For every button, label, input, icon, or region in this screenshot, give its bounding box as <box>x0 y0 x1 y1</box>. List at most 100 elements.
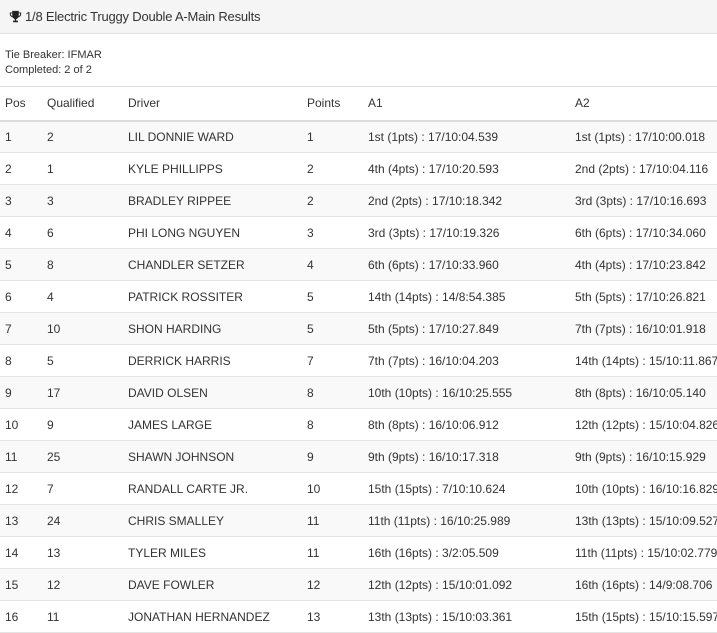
cell-pos: 2 <box>5 161 12 176</box>
cell-a2: 12th (12pts) : 15/10:04.826 <box>575 417 717 432</box>
cell-a1: 14th (14pts) : 14/8:54.385 <box>368 289 506 304</box>
cell-pos: 8 <box>5 353 12 368</box>
cell-a2: 10th (10pts) : 16/10:16.829 <box>575 481 717 496</box>
cell-a2: 13th (13pts) : 15/10:09.527 <box>575 513 717 528</box>
cell-a1: 13th (13pts) : 15/10:03.361 <box>368 609 513 624</box>
column-header-driver[interactable]: Driver <box>128 86 307 122</box>
cell-pos: 4 <box>5 225 12 240</box>
cell-a1: 16th (16pts) : 3/2:05.509 <box>368 545 499 560</box>
cell-driver: PATRICK ROSSITER <box>128 289 243 304</box>
cell-driver: KYLE PHILLIPPS <box>128 161 223 176</box>
cell-a2: 2nd (2pts) : 17/10:04.116 <box>575 161 709 176</box>
table-header-row: Pos Qualified Driver Points A1 A2 <box>0 86 717 122</box>
cell-points: 9 <box>307 449 314 464</box>
cell-driver: SHAWN JOHNSON <box>128 449 235 464</box>
cell-a1: 3rd (3pts) : 17/10:19.326 <box>368 225 500 240</box>
cell-a2: 3rd (3pts) : 17/10:16.693 <box>575 193 707 208</box>
cell-a1: 12th (12pts) : 15/10:01.092 <box>368 577 513 592</box>
cell-qualified: 3 <box>47 193 54 208</box>
cell-pos: 9 <box>5 385 12 400</box>
cell-points: 5 <box>307 321 314 336</box>
table-row: 15 12 DAVE FOWLER 12 12th (12pts) : 15/10:01… <box>0 568 717 601</box>
cell-a2: 8th (8pts) : 16/10:05.140 <box>575 385 706 400</box>
table-row: 4 6 PHI LONG NGUYEN 3 3rd (3pts) : 17/10:19.… <box>0 216 717 249</box>
cell-a2: 5th (5pts) : 17/10:26.821 <box>575 289 706 304</box>
cell-a2: 9th (9pts) : 16/10:15.929 <box>575 449 706 464</box>
cell-a2: 16th (16pts) : 14/9:08.706 <box>575 577 713 592</box>
cell-qualified: 7 <box>47 481 54 496</box>
cell-qualified: 6 <box>47 225 54 240</box>
cell-pos: 11 <box>5 449 18 464</box>
cell-pos: 1 <box>5 129 12 144</box>
column-header-points[interactable]: Points <box>307 86 368 122</box>
cell-a1: 5th (5pts) : 17/10:27.849 <box>368 321 499 336</box>
cell-points: 8 <box>307 385 314 400</box>
cell-a1: 8th (8pts) : 16/10:06.912 <box>368 417 499 432</box>
cell-a2: 11th (11pts) : 15/10:02.779 <box>575 545 717 560</box>
cell-points: 10 <box>307 481 321 496</box>
cell-qualified: 12 <box>47 577 61 592</box>
cell-pos: 3 <box>5 193 12 208</box>
cell-qualified: 2 <box>47 129 54 144</box>
cell-a1: 1st (1pts) : 17/10:04.539 <box>368 129 499 144</box>
table-row: 10 9 JAMES LARGE 8 8th (8pts) : 16/10:06.912… <box>0 408 717 441</box>
cell-driver: PHI LONG NGUYEN <box>128 225 241 240</box>
column-header-pos[interactable]: Pos <box>0 86 47 122</box>
cell-qualified: 9 <box>47 417 54 432</box>
cell-qualified: 24 <box>47 513 61 528</box>
cell-points: 1 <box>307 129 314 144</box>
cell-pos: 15 <box>5 577 19 592</box>
cell-driver: TYLER MILES <box>128 545 207 560</box>
cell-a2: 14th (14pts) : 15/10:11.867 <box>575 353 717 368</box>
cell-qualified: 4 <box>47 289 54 304</box>
cell-a1: 7th (7pts) : 16/10:04.203 <box>368 353 499 368</box>
cell-pos: 5 <box>5 257 12 272</box>
cell-driver: DAVID OLSEN <box>128 385 208 400</box>
completed-text: Completed: 2 of 2 <box>5 64 92 76</box>
results-header: 1/8 Electric Truggy Double A-Main Result… <box>0 0 717 34</box>
cell-driver: JONATHAN HERNANDEZ <box>128 609 270 624</box>
cell-a1: 11th (11pts) : 16/10:25.989 <box>368 513 511 528</box>
cell-driver: LIL DONNIE WARD <box>128 129 234 144</box>
cell-qualified: 13 <box>47 545 61 560</box>
table-row: 16 11 JONATHAN HERNANDEZ 13 13th (13pts) : 1… <box>0 600 717 633</box>
cell-driver: JAMES LARGE <box>128 417 213 432</box>
cell-a2: 4th (4pts) : 17/10:23.842 <box>575 257 706 272</box>
cell-points: 11 <box>307 545 320 560</box>
table-row: 3 3 BRADLEY RIPPEE 2 2nd (2pts) : 17/10:18.3… <box>0 184 717 217</box>
cell-qualified: 10 <box>47 321 61 336</box>
cell-driver: CHANDLER SETZER <box>128 257 245 272</box>
table-row: 6 4 PATRICK ROSSITER 5 14th (14pts) : 14/8:5… <box>0 280 717 313</box>
column-header-a1[interactable]: A1 <box>368 86 575 122</box>
cell-a1: 9th (9pts) : 16/10:17.318 <box>368 449 499 464</box>
cell-driver: CHRIS SMALLEY <box>128 513 225 528</box>
table-row: 7 10 SHON HARDING 5 5th (5pts) : 17/10:27.84… <box>0 312 717 345</box>
race-meta: Tie Breaker: IFMAR Completed: 2 of 2 <box>0 34 717 86</box>
column-header-qualified[interactable]: Qualified <box>47 86 128 122</box>
cell-a1: 6th (6pts) : 17/10:33.960 <box>368 257 499 272</box>
cell-driver: DERRICK HARRIS <box>128 353 231 368</box>
cell-driver: RANDALL CARTE JR. <box>128 481 249 496</box>
cell-pos: 7 <box>5 321 12 336</box>
table-row: 8 5 DERRICK HARRIS 7 7th (7pts) : 16/10:04.2… <box>0 344 717 377</box>
cell-qualified: 5 <box>47 353 54 368</box>
cell-qualified: 8 <box>47 257 54 272</box>
cell-a2: 15th (15pts) : 15/10:15.597 <box>575 609 717 624</box>
cell-driver: BRADLEY RIPPEE <box>128 193 232 208</box>
column-header-a2[interactable]: A2 <box>575 86 717 122</box>
results-table: Pos Qualified Driver Points A1 A2 1 2 LIL … <box>0 86 717 633</box>
cell-pos: 14 <box>5 545 19 560</box>
cell-qualified: 17 <box>47 385 61 400</box>
table-row: 14 13 TYLER MILES 11 16th (16pts) : 3/2:05.5… <box>0 536 717 569</box>
table-row: 12 7 RANDALL CARTE JR. 10 15th (15pts) : 7/1… <box>0 472 717 505</box>
cell-points: 4 <box>307 257 314 272</box>
cell-points: 2 <box>307 193 314 208</box>
table-row: 11 25 SHAWN JOHNSON 9 9th (9pts) : 16/10:17.… <box>0 440 717 473</box>
cell-a2: 7th (7pts) : 16/10:01.918 <box>575 321 706 336</box>
cell-pos: 16 <box>5 609 19 624</box>
cell-a1: 10th (10pts) : 16/10:25.555 <box>368 385 513 400</box>
table-row: 2 1 KYLE PHILLIPPS 2 4th (4pts) : 17/10:20.5… <box>0 152 717 185</box>
cell-a2: 1st (1pts) : 17/10:00.018 <box>575 129 706 144</box>
table-row: 13 24 CHRIS SMALLEY 11 11th (11pts) : 16/10:… <box>0 504 717 537</box>
cell-points: 11 <box>307 513 320 528</box>
